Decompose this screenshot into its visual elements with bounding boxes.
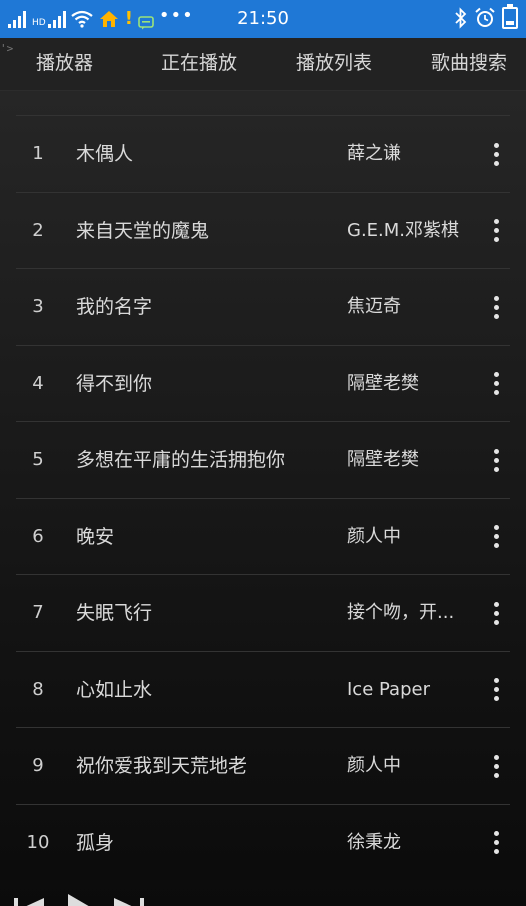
song-title: 孤身: [76, 831, 115, 854]
song-title: 祝你爱我到天荒地老: [76, 755, 248, 777]
song-number: 10: [26, 831, 50, 853]
more-vertical-icon[interactable]: [482, 746, 510, 786]
song-title: 多想在平庸的生活拥抱你: [76, 449, 286, 471]
song-artist: 薛之谦: [347, 143, 401, 164]
song-row[interactable]: 1 木偶人 薛之谦: [16, 115, 510, 192]
next-icon[interactable]: [110, 892, 150, 906]
tab-now-playing[interactable]: 正在播放: [161, 50, 237, 76]
song-number: 2: [32, 219, 44, 241]
song-artist: 隔壁老樊: [347, 449, 419, 470]
previous-icon[interactable]: [10, 892, 50, 906]
song-artist: 接个吻，开...: [347, 602, 455, 623]
play-icon[interactable]: [62, 892, 102, 906]
song-number: 6: [32, 525, 44, 547]
song-artist: 焦迈奇: [347, 296, 401, 317]
song-row[interactable]: 5 多想在平庸的生活拥抱你 隔壁老樊: [16, 421, 510, 498]
song-list: 1 木偶人 薛之谦 2 来自天堂的魔鬼 G.E.M.邓紫棋 3 我的名字 焦迈奇…: [16, 115, 510, 880]
song-artist: 颜人中: [347, 525, 401, 547]
song-artist: 隔壁老樊: [347, 372, 419, 394]
song-row[interactable]: 8 心如止水 Ice Paper: [16, 650, 510, 728]
more-dots-icon: •••: [158, 5, 194, 26]
message-icon: [138, 16, 154, 30]
song-number: 1: [32, 143, 44, 164]
tab-player[interactable]: 播放器: [36, 50, 93, 76]
tab-playlist[interactable]: 播放列表: [296, 50, 372, 76]
more-vertical-icon[interactable]: [482, 517, 510, 557]
status-right-icons: [454, 4, 518, 29]
battery-icon: [502, 4, 518, 29]
more-vertical-icon[interactable]: [482, 287, 510, 327]
more-vertical-icon[interactable]: [482, 823, 510, 863]
song-row[interactable]: 2 来自天堂的魔鬼 G.E.M.邓紫棋: [16, 191, 510, 269]
more-vertical-icon[interactable]: [482, 364, 510, 404]
song-title: 木偶人: [76, 143, 134, 165]
song-artist: 徐秉龙: [347, 831, 401, 853]
more-vertical-icon[interactable]: [482, 134, 510, 174]
more-vertical-icon[interactable]: [482, 593, 510, 633]
bluetooth-icon: [455, 7, 467, 29]
song-number: 4: [32, 372, 44, 394]
wifi-icon: [71, 10, 93, 28]
signal-icon: HD: [31, 10, 66, 28]
more-vertical-icon[interactable]: [482, 440, 510, 480]
signal-label: HD: [32, 18, 46, 28]
song-row[interactable]: 6 晚安 颜人中: [16, 497, 510, 575]
song-number: 8: [32, 678, 44, 700]
tab-song-search[interactable]: 歌曲搜索: [431, 50, 507, 76]
playlist-area: 1 木偶人 薛之谦 2 来自天堂的魔鬼 G.E.M.邓紫棋 3 我的名字 焦迈奇…: [0, 91, 526, 906]
song-row[interactable]: 9 祝你爱我到天荒地老 颜人中: [16, 727, 510, 804]
app-header: '> 播放器 正在播放 播放列表 歌曲搜索: [0, 38, 526, 91]
alarm-icon: [475, 7, 495, 27]
song-number: 3: [32, 296, 44, 317]
song-artist: G.E.M.邓紫棋: [347, 219, 460, 241]
notification-icon: !: [124, 8, 133, 29]
song-row[interactable]: 3 我的名字 焦迈奇: [16, 268, 510, 345]
top-tabs: 播放器 正在播放 播放列表 歌曲搜索: [0, 38, 526, 88]
song-number: 9: [32, 755, 44, 776]
song-title: 失眠飞行: [76, 602, 153, 624]
signal-icon: [8, 10, 26, 28]
song-number: 5: [32, 449, 44, 470]
song-title: 来自天堂的魔鬼: [76, 219, 210, 242]
song-title: 我的名字: [76, 296, 153, 318]
song-row[interactable]: 7 失眠飞行 接个吻，开...: [16, 574, 510, 651]
status-left-icons: HD ! •••: [8, 6, 194, 32]
more-vertical-icon[interactable]: [482, 211, 510, 251]
song-title: 晚安: [76, 525, 115, 548]
song-row[interactable]: 4 得不到你 隔壁老樊: [16, 344, 510, 422]
song-title: 心如止水: [76, 678, 153, 701]
song-number: 7: [32, 602, 44, 623]
home-icon: [99, 11, 118, 27]
song-row[interactable]: 10 孤身 徐秉龙: [16, 803, 510, 881]
status-bar: HD ! ••• 21:50: [0, 0, 526, 38]
song-title: 得不到你: [76, 372, 153, 395]
player-controls: [10, 892, 210, 906]
more-vertical-icon[interactable]: [482, 670, 510, 710]
song-artist: Ice Paper: [347, 678, 430, 700]
song-artist: 颜人中: [347, 755, 401, 776]
